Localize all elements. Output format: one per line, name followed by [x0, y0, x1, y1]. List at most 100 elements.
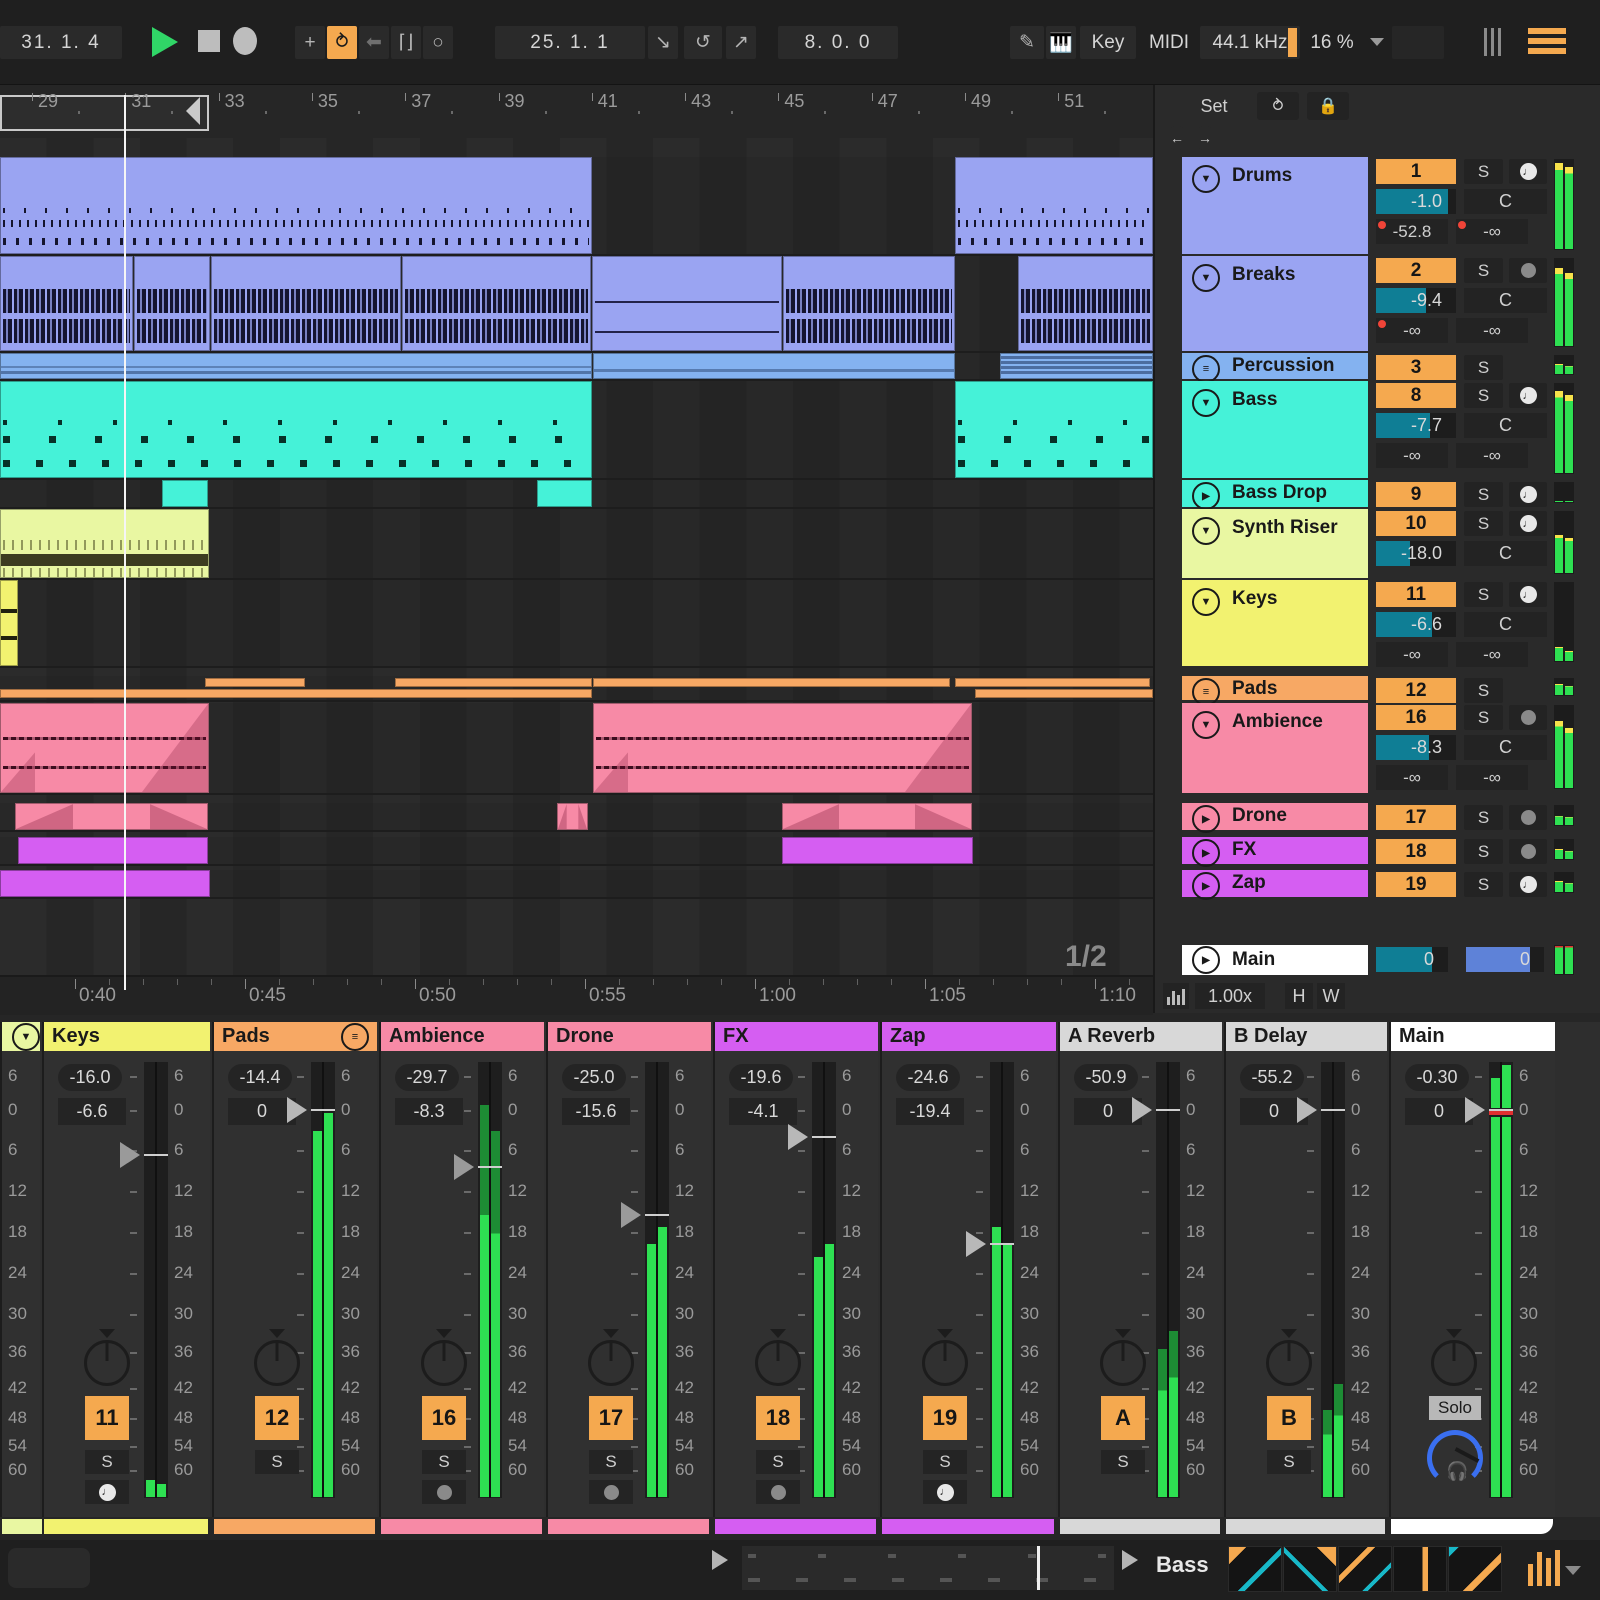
track-pan-display[interactable]: C — [1464, 541, 1547, 566]
clip[interactable] — [592, 256, 782, 351]
peak-level-display[interactable]: -14.4 — [228, 1064, 292, 1091]
clip[interactable] — [0, 353, 592, 379]
arrangement-canvas[interactable] — [0, 138, 1153, 975]
strip-color-footer[interactable] — [548, 1519, 709, 1534]
clip[interactable] — [593, 353, 955, 379]
pan-knob[interactable] — [1100, 1340, 1146, 1386]
track-number-display[interactable]: 1 — [1376, 159, 1456, 184]
track-lane-bass[interactable] — [0, 381, 1153, 480]
track-lane-percussion[interactable] — [0, 353, 1153, 381]
draw-mode-button[interactable]: ⌈⌋ — [391, 26, 421, 59]
track-number-display[interactable]: 12 — [1376, 678, 1456, 703]
mixer-strip-header[interactable]: Zap — [882, 1022, 1056, 1051]
pan-knob[interactable] — [755, 1340, 801, 1386]
overdub-bars-icon[interactable] — [1484, 28, 1501, 56]
track-header-bass-drop[interactable]: ▶Bass Drop — [1182, 480, 1368, 507]
strip-color-footer[interactable] — [1060, 1519, 1220, 1534]
clip[interactable] — [782, 837, 973, 864]
mixer-strip-header[interactable]: ▼ — [2, 1022, 40, 1051]
strip-track-number[interactable]: 12 — [255, 1396, 299, 1440]
mixer-strip-header[interactable]: Drone — [548, 1022, 711, 1051]
re-enable-automation-button[interactable]: ⬅ — [359, 26, 389, 59]
clip[interactable] — [0, 509, 209, 578]
pan-knob[interactable] — [421, 1340, 467, 1386]
mixer-strip-header[interactable]: Main — [1391, 1022, 1555, 1051]
beat-time-ruler[interactable]: 293133353739414345474951 — [0, 85, 1153, 138]
arm-button[interactable]: ♩ — [1509, 511, 1547, 536]
strip-solo-button[interactable]: S — [589, 1450, 633, 1474]
track-number-display[interactable]: 11 — [1376, 582, 1456, 607]
track-fold-icon[interactable]: ▶ — [1192, 805, 1220, 833]
strip-color-footer[interactable] — [715, 1519, 876, 1534]
groove-pool-slot[interactable] — [8, 1548, 90, 1588]
clip[interactable] — [0, 689, 592, 698]
pan-knob[interactable] — [1431, 1340, 1477, 1386]
menu-hamburger-icon[interactable] — [1528, 28, 1566, 54]
pan-knob[interactable] — [922, 1340, 968, 1386]
solo-button[interactable]: S — [1464, 355, 1503, 380]
strip-solo-button[interactable]: S — [923, 1450, 967, 1474]
strip-solo-button[interactable]: S — [255, 1450, 299, 1474]
track-header-drums[interactable]: ▼Drums — [1182, 157, 1368, 254]
device-thumbnail[interactable] — [1393, 1546, 1447, 1592]
track-number-display[interactable]: 18 — [1376, 839, 1456, 864]
stop-button[interactable] — [198, 30, 220, 52]
track-fold-icon[interactable]: ▶ — [1192, 482, 1220, 510]
send-a-display[interactable]: -∞ — [1376, 318, 1448, 343]
strip-solo-button[interactable]: S — [85, 1450, 129, 1474]
record-button[interactable] — [233, 27, 257, 55]
solo-button[interactable]: S — [1464, 159, 1503, 184]
clip[interactable] — [975, 689, 1153, 698]
track-volume-display[interactable]: -18.0 — [1376, 541, 1456, 566]
track-volume-display[interactable]: -7.7 — [1376, 413, 1456, 438]
main-volume-display[interactable]: 0 — [1376, 947, 1448, 972]
clip[interactable] — [211, 256, 401, 351]
clip[interactable] — [0, 870, 210, 897]
peak-level-display[interactable]: -29.7 — [395, 1064, 459, 1091]
solo-button[interactable]: S — [1464, 258, 1503, 283]
fader-handle-arrow[interactable] — [621, 1202, 641, 1228]
track-fold-icon[interactable]: ▼ — [1192, 389, 1220, 417]
main-pan-display[interactable]: 0 — [1466, 947, 1544, 972]
strip-solo-button[interactable]: S — [1101, 1450, 1145, 1474]
strip-volume-display[interactable]: -6.6 — [58, 1098, 126, 1125]
solo-button[interactable]: S — [1464, 705, 1503, 730]
fader-handle-arrow[interactable] — [966, 1231, 986, 1257]
mixer-strip-header[interactable]: Pads≡ — [214, 1022, 377, 1051]
clip[interactable] — [0, 256, 133, 351]
mixer-strip-header[interactable]: FX — [715, 1022, 878, 1051]
track-volume-display[interactable]: -9.4 — [1376, 288, 1456, 313]
solo-button[interactable]: S — [1464, 839, 1503, 864]
track-pan-display[interactable]: C — [1464, 288, 1547, 313]
peak-level-display[interactable]: -55.2 — [1240, 1064, 1304, 1091]
track-header-breaks[interactable]: ▼Breaks — [1182, 256, 1368, 351]
track-header-bass[interactable]: ▼Bass — [1182, 381, 1368, 478]
track-fold-icon[interactable]: ≡ — [1192, 678, 1220, 706]
clip[interactable] — [955, 157, 1153, 254]
volume-fader[interactable] — [1489, 1062, 1513, 1498]
clip[interactable] — [0, 580, 18, 666]
arm-button[interactable] — [1509, 805, 1547, 830]
track-volume-display[interactable]: -6.6 — [1376, 612, 1456, 637]
computer-midi-keyboard-icon[interactable]: 🎹 — [1046, 26, 1076, 59]
strip-track-number[interactable]: 11 — [85, 1396, 129, 1440]
strip-color-footer[interactable] — [381, 1519, 542, 1534]
clip[interactable] — [402, 256, 591, 351]
strip-arm-button[interactable]: ♩ — [923, 1480, 967, 1504]
volume-fader[interactable] — [1321, 1062, 1345, 1498]
mixer-strip-header[interactable]: B Delay — [1226, 1022, 1387, 1051]
send-b-display[interactable]: -∞ — [1456, 219, 1528, 244]
track-number-display[interactable]: 10 — [1376, 511, 1456, 536]
clip[interactable] — [593, 703, 972, 793]
track-header-fx[interactable]: ▶FX — [1182, 837, 1368, 864]
follow-button[interactable]: ○ — [423, 26, 453, 59]
send-b-display[interactable]: -∞ — [1456, 318, 1528, 343]
track-pan-display[interactable]: C — [1464, 189, 1547, 214]
lock-envelopes-button[interactable]: 🔒 — [1307, 92, 1349, 120]
loop-toggle-icon[interactable]: ↺ — [684, 26, 722, 59]
track-fold-icon[interactable]: ▶ — [1192, 946, 1220, 974]
track-header-main[interactable]: ▶Main — [1182, 945, 1368, 975]
strip-volume-display[interactable]: -15.6 — [562, 1098, 630, 1125]
track-lane-drone[interactable] — [0, 803, 1153, 832]
peak-level-display[interactable]: -24.6 — [896, 1064, 960, 1091]
